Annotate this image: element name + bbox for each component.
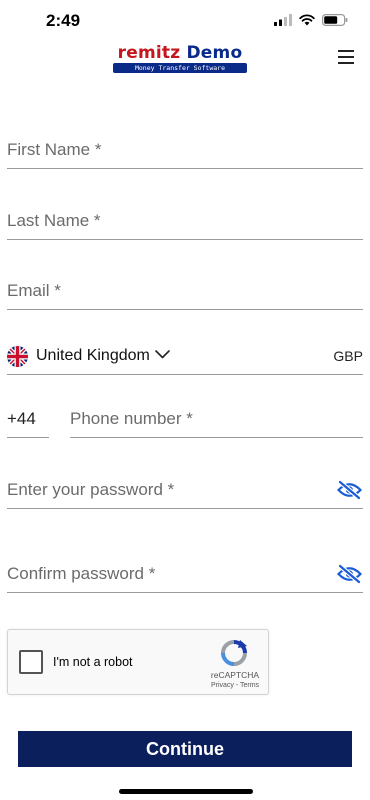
logo-wordmark: remitz Demo bbox=[113, 44, 247, 62]
first-name-field[interactable]: First Name * bbox=[7, 130, 363, 169]
recaptcha-logo-icon bbox=[221, 640, 247, 666]
logo-brand-text: remitz bbox=[117, 43, 181, 63]
country-name: United Kingdom bbox=[36, 347, 150, 364]
continue-button[interactable]: Continue bbox=[18, 731, 352, 767]
first-name-placeholder: First Name * bbox=[7, 140, 102, 159]
recaptcha-brand: reCAPTCHA bbox=[210, 670, 260, 680]
dial-code-value: +44 bbox=[7, 409, 36, 428]
currency-code: GBP bbox=[333, 348, 363, 364]
home-indicator bbox=[119, 789, 253, 794]
confirm-password-field[interactable]: Confirm password * bbox=[7, 552, 363, 593]
phone-placeholder: Phone number * bbox=[70, 409, 193, 428]
email-placeholder: Email * bbox=[7, 281, 61, 300]
last-name-field[interactable]: Last Name * bbox=[7, 200, 363, 240]
recaptcha-links: Privacy - Terms bbox=[204, 682, 266, 689]
status-icons bbox=[274, 14, 348, 26]
recaptcha-widget: I'm not a robot reCAPTCHA Privacy - Term… bbox=[7, 629, 269, 695]
last-name-placeholder: Last Name * bbox=[7, 211, 101, 230]
status-time: 2:49 bbox=[46, 11, 81, 30]
app-header: remitz Demo Money Transfer Software bbox=[0, 44, 370, 84]
battery-icon bbox=[322, 14, 348, 26]
recaptcha-label: I'm not a robot bbox=[53, 655, 133, 669]
eye-off-icon[interactable] bbox=[337, 480, 362, 500]
recaptcha-terms-link[interactable]: Terms bbox=[240, 682, 259, 689]
brand-logo[interactable]: remitz Demo Money Transfer Software bbox=[113, 44, 247, 74]
status-bar: 2:49 bbox=[0, 0, 370, 44]
dial-code-field[interactable]: +44 bbox=[7, 400, 49, 438]
hamburger-menu-icon[interactable] bbox=[338, 50, 354, 64]
recaptcha-checkbox[interactable] bbox=[19, 650, 43, 674]
confirm-password-placeholder: Confirm password * bbox=[7, 564, 156, 583]
chevron-down-icon[interactable] bbox=[155, 350, 170, 359]
cellular-signal-icon bbox=[274, 14, 292, 26]
password-field[interactable]: Enter your password * bbox=[7, 468, 363, 509]
password-placeholder: Enter your password * bbox=[7, 480, 175, 499]
wifi-icon bbox=[299, 14, 315, 26]
logo-demo-text: Demo bbox=[186, 43, 243, 63]
country-selector[interactable]: United Kingdom GBP bbox=[7, 336, 363, 375]
eye-off-icon[interactable] bbox=[337, 564, 362, 584]
phone-number-field[interactable]: Phone number * bbox=[70, 400, 363, 438]
email-field[interactable]: Email * bbox=[7, 270, 363, 310]
recaptcha-privacy-link[interactable]: Privacy bbox=[211, 682, 234, 689]
logo-tagline: Money Transfer Software bbox=[113, 63, 247, 73]
uk-flag-icon bbox=[7, 346, 28, 367]
